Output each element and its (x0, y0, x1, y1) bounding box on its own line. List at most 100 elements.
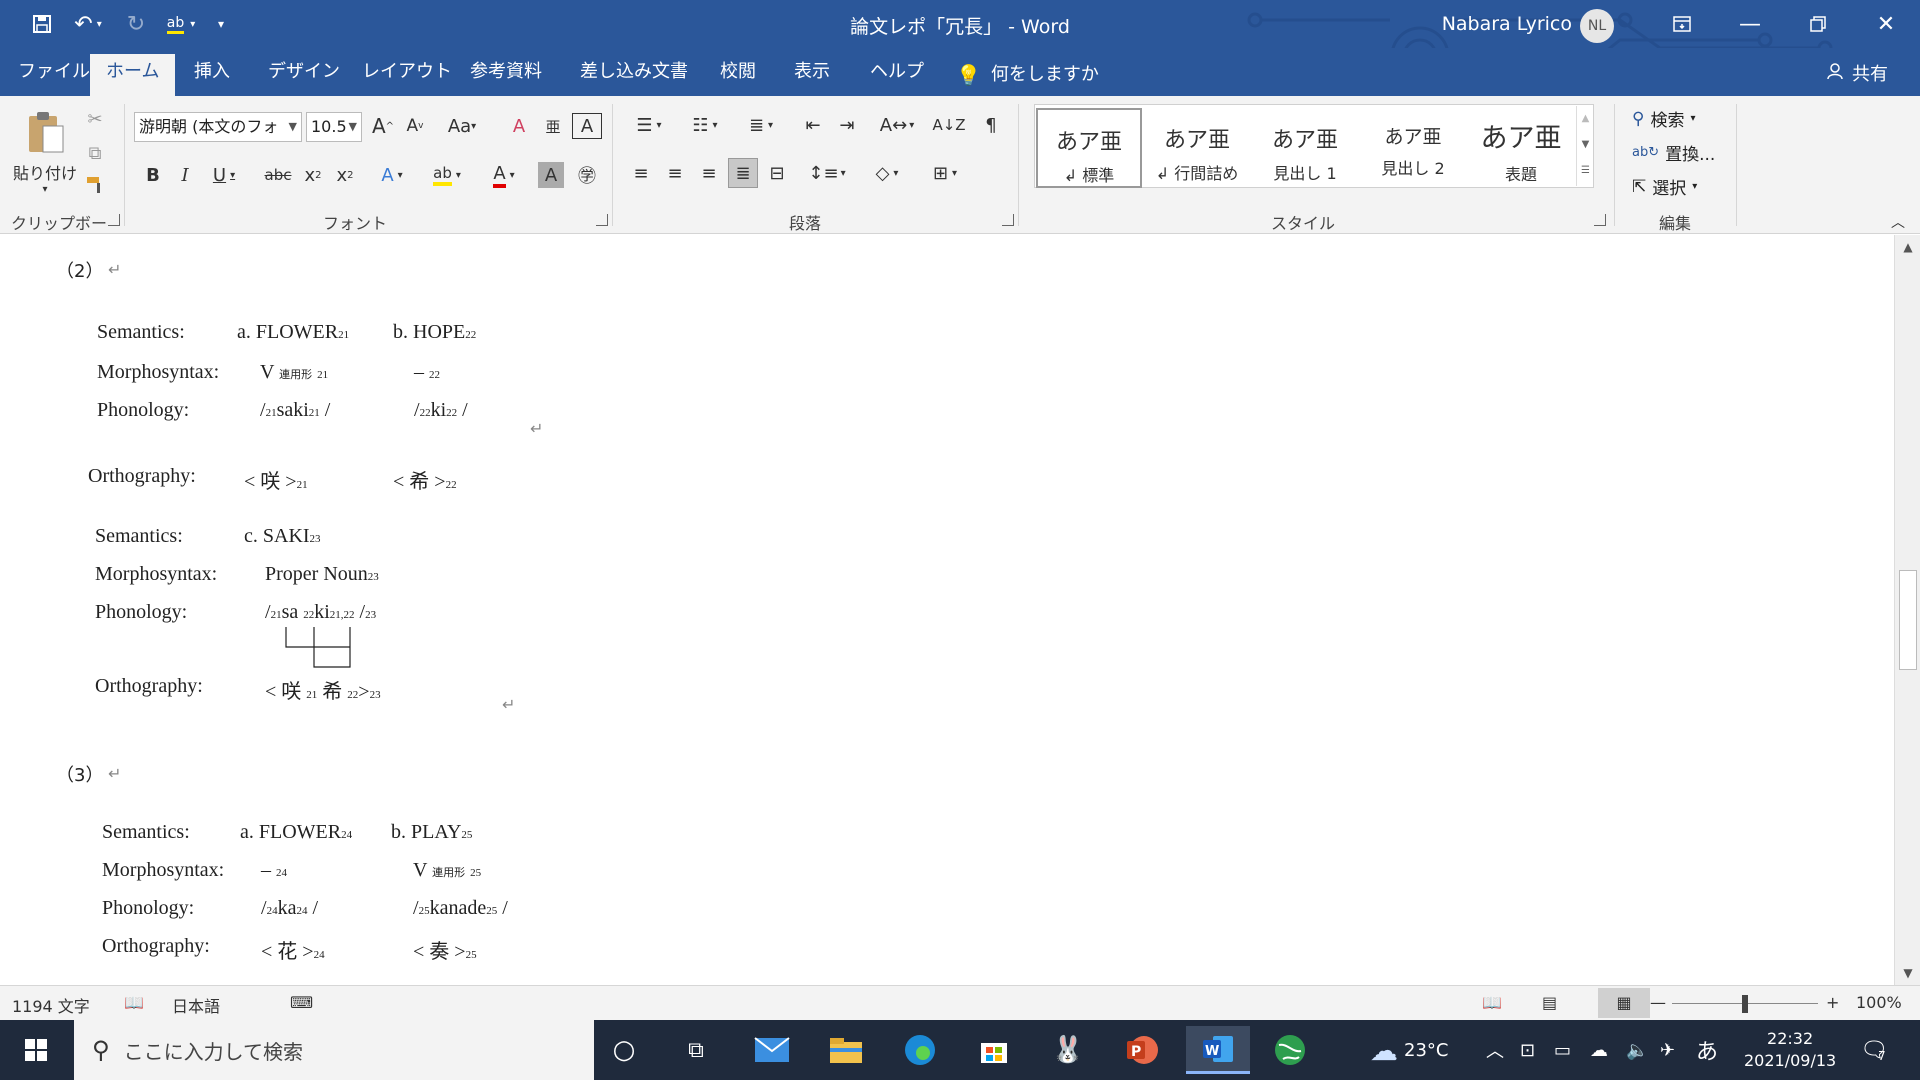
change-case-icon[interactable]: Aa ▾ (440, 110, 484, 142)
microsoft-store-icon[interactable] (966, 1026, 1022, 1074)
cortana-icon[interactable]: ○ (596, 1026, 652, 1074)
restore-icon[interactable] (1784, 0, 1852, 48)
word-count[interactable]: 1194 文字 (12, 993, 90, 1017)
select-button[interactable]: ⇱ 選択 ▾ (1632, 174, 1697, 200)
tab-design[interactable]: デザイン (252, 54, 356, 96)
highlight-color-icon[interactable]: ab ▾ (424, 160, 470, 190)
word-app-icon[interactable]: W (1186, 1026, 1250, 1074)
tell-me-search[interactable]: 💡 何をしますか (940, 54, 1115, 96)
read-mode-icon[interactable]: 📖 (1482, 993, 1502, 1012)
scroll-down-icon[interactable]: ▼ (1895, 961, 1920, 985)
paragraph-launcher-icon[interactable] (1002, 214, 1014, 226)
tab-help[interactable]: ヘルプ (854, 54, 940, 96)
font-size-combo[interactable]: 10.5 ▼ (306, 112, 362, 142)
align-center-icon[interactable]: ≡ (660, 158, 690, 188)
language-indicator[interactable]: 日本語 (172, 993, 220, 1017)
style-heading-1[interactable]: あア亜 見出し 1 (1252, 108, 1358, 188)
spelling-icon[interactable]: ab ▾ (156, 0, 206, 48)
scrollbar-thumb[interactable] (1899, 570, 1917, 670)
notifications-button[interactable]: 🗨 7 (1860, 1020, 1888, 1080)
font-name-combo[interactable]: 游明朝 (本文のフォ ▼ (134, 112, 302, 142)
powerpoint-icon[interactable]: P (1114, 1026, 1170, 1074)
sort-icon[interactable]: A↓Z (932, 110, 965, 140)
vertical-scrollbar[interactable]: ▲ ▼ (1894, 235, 1920, 985)
style-normal[interactable]: あア亜 ↲ 標準 (1036, 108, 1142, 188)
customize-qat-icon[interactable]: ▾ (206, 0, 236, 48)
numbering-icon[interactable]: ☷ ▾ (682, 110, 728, 140)
windows-start-icon[interactable] (8, 1026, 64, 1074)
battery-icon[interactable]: ▭ (1554, 1020, 1571, 1080)
align-right-icon[interactable]: ≡ (694, 158, 724, 188)
ribbon-display-options-icon[interactable] (1648, 0, 1716, 48)
user-name[interactable]: Nabara Lyrico (1442, 13, 1572, 35)
asian-layout-icon[interactable]: A↔ ▾ (874, 110, 920, 140)
paste-button[interactable]: 貼り付け ▾ (10, 102, 80, 202)
font-color-icon[interactable]: A ▾ (482, 160, 526, 190)
style-title[interactable]: あア亜 表題 (1468, 108, 1574, 188)
collapse-ribbon-icon[interactable]: ︿ (1886, 212, 1910, 232)
tab-review[interactable]: 校閲 (704, 54, 772, 96)
zoom-out-icon[interactable]: — (1650, 993, 1666, 1012)
weather-widget[interactable]: ☁ 23°C (1370, 1020, 1448, 1080)
mail-icon[interactable] (744, 1026, 800, 1074)
styles-scroll-up-icon[interactable]: ▲ (1577, 106, 1594, 132)
save-icon[interactable] (24, 0, 60, 48)
phonetic-guide-icon[interactable]: 亜 (538, 110, 568, 142)
file-explorer-icon[interactable] (818, 1026, 874, 1074)
shading-icon[interactable]: ◇ ▾ (864, 158, 910, 188)
style-heading-2[interactable]: あア亜 見出し 2 (1360, 108, 1466, 188)
copy-icon[interactable]: ⧉ (82, 140, 108, 166)
onedrive-icon[interactable]: ☁ (1590, 1020, 1608, 1080)
format-painter-icon[interactable] (82, 172, 108, 198)
bullets-icon[interactable]: ☰ ▾ (626, 110, 672, 140)
tab-view[interactable]: 表示 (778, 54, 846, 96)
tab-layout[interactable]: レイアウト (346, 54, 468, 96)
character-app-icon[interactable]: 🐰 (1040, 1026, 1096, 1074)
tab-insert[interactable]: 挿入 (178, 54, 246, 96)
proofing-icon[interactable]: 📖 (124, 993, 144, 1012)
print-layout-icon[interactable]: ▤ (1542, 993, 1557, 1012)
underline-icon[interactable]: U ▾ (204, 160, 244, 190)
show-formatting-icon[interactable]: ¶ (976, 110, 1006, 140)
web-layout-icon[interactable]: ▦ (1598, 988, 1650, 1018)
zoom-level[interactable]: 100% (1856, 993, 1902, 1012)
bold-icon[interactable]: B (140, 160, 166, 190)
distributed-icon[interactable]: ⊟ (762, 158, 792, 188)
clipboard-launcher-icon[interactable] (108, 214, 120, 226)
borders-icon[interactable]: ⊞ ▾ (922, 158, 968, 188)
line-spacing-icon[interactable]: ↕≡ ▾ (804, 158, 850, 188)
clock[interactable]: 22:32 2021/09/13 (1744, 1020, 1836, 1080)
subscript-icon[interactable]: x2 (300, 160, 326, 190)
meet-now-icon[interactable]: ⊡ (1520, 1020, 1535, 1080)
multilevel-list-icon[interactable]: ≣ ▾ (738, 110, 784, 140)
superscript-icon[interactable]: x2 (332, 160, 358, 190)
justify-icon[interactable]: ≣ (728, 158, 758, 188)
replace-button[interactable]: ab↻ 置換... (1632, 140, 1715, 165)
strikethrough-icon[interactable]: abc (262, 160, 294, 190)
font-launcher-icon[interactable] (596, 214, 608, 226)
zoom-slider-thumb[interactable] (1742, 995, 1748, 1013)
tab-home[interactable]: ホーム (90, 54, 176, 96)
text-effects-icon[interactable]: A ▾ (372, 160, 412, 190)
clear-formatting-icon[interactable]: A (504, 110, 534, 142)
decrease-indent-icon[interactable]: ⇤ (798, 110, 828, 140)
zoom-in-icon[interactable]: + (1826, 993, 1839, 1012)
avatar[interactable]: NL (1580, 9, 1614, 43)
italic-icon[interactable]: I (172, 160, 198, 190)
enclosed-character-icon[interactable]: A (572, 113, 602, 139)
ime-indicator[interactable]: あ (1696, 1020, 1718, 1080)
undo-icon[interactable]: ↶ ▾ (60, 0, 116, 48)
redo-icon[interactable]: ↻ (116, 0, 156, 48)
airplane-mode-icon[interactable]: ✈ (1660, 1020, 1675, 1080)
style-no-spacing[interactable]: あア亜 ↲ 行間詰め (1144, 108, 1250, 188)
find-button[interactable]: ⚲ 検索 ▾ (1632, 106, 1695, 132)
tab-mailings[interactable]: 差し込み文書 (564, 54, 704, 96)
close-icon[interactable]: ✕ (1852, 0, 1920, 48)
show-hidden-icons[interactable]: ︿ (1486, 1020, 1504, 1080)
character-shading-icon[interactable]: A (538, 162, 564, 188)
document-page[interactable]: （2） ↵ Semantics: a. FLOWER21 b. HOPE22 M… (0, 235, 1900, 985)
styles-launcher-icon[interactable] (1594, 214, 1606, 226)
taskbar-search-box[interactable]: ⚲ ここに入力して検索 (74, 1020, 594, 1080)
share-button[interactable]: 共有 (1810, 54, 1904, 96)
styles-more-icon[interactable]: ☰ (1577, 158, 1594, 184)
